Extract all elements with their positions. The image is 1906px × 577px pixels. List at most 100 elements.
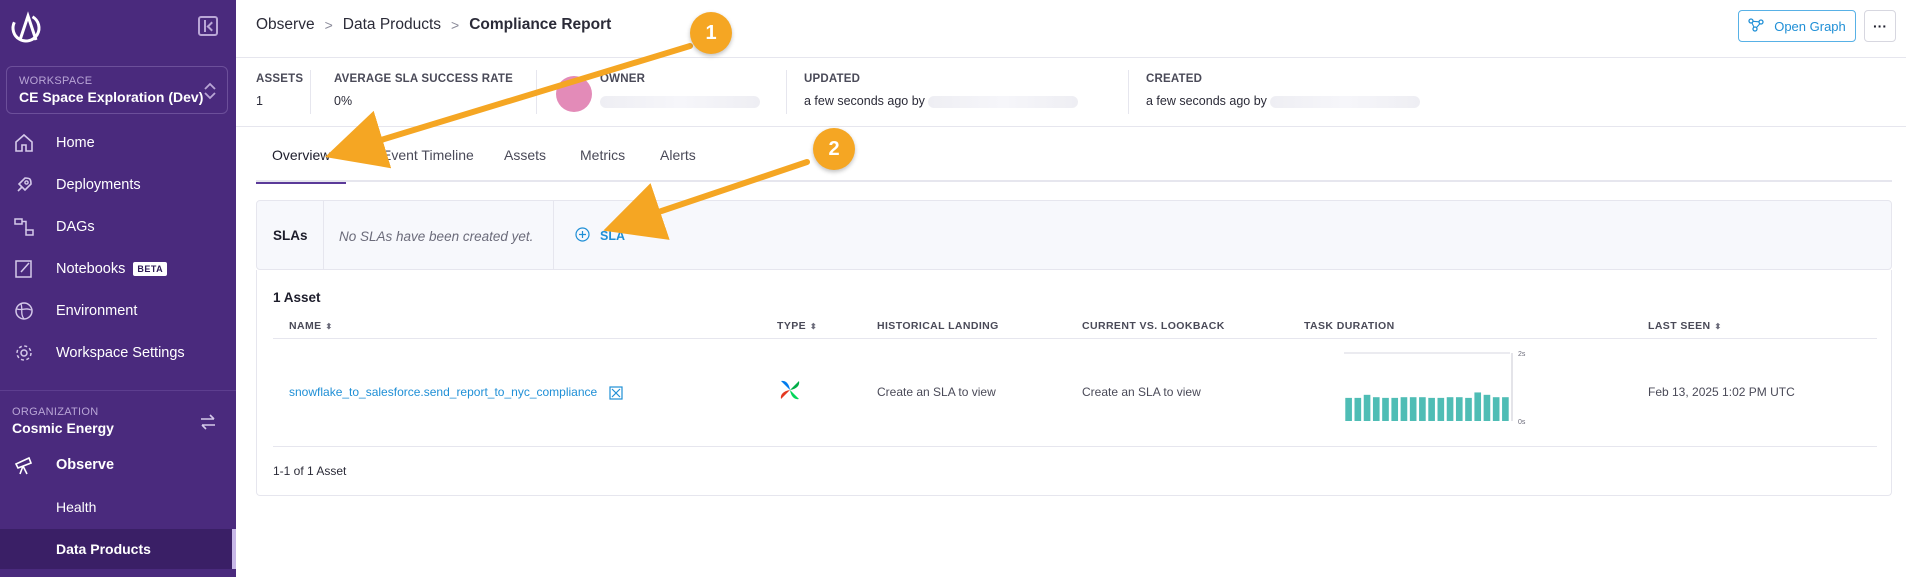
tab-alerts[interactable]: Alerts (660, 128, 696, 182)
created-value: a few seconds ago by (1146, 94, 1421, 108)
add-sla-label: SLA (600, 229, 625, 243)
workspace-selector[interactable]: WORKSPACE CE Space Exploration (Dev) (6, 66, 228, 114)
gear-icon (12, 341, 36, 365)
duration-bar[interactable] (1409, 397, 1417, 421)
nav-data-products-label: Data Products (56, 541, 151, 557)
meta-divider (1128, 70, 1129, 114)
annotation-badge-1: 1 (690, 12, 732, 54)
sla-empty-message: No SLAs have been created yet. (339, 229, 534, 244)
table-header-divider (273, 338, 1877, 339)
nav-dags-label: DAGs (56, 219, 95, 235)
column-header-last-seen[interactable]: LAST SEEN ⬍ (1648, 320, 1722, 332)
chevron-updown-icon (204, 82, 216, 100)
sla-rate-label: AVERAGE SLA SUCCESS RATE (334, 73, 514, 85)
nav-deployments[interactable]: Deployments (0, 165, 236, 205)
sort-icon: ⬍ (810, 322, 818, 331)
breadcrumb: Observe > Data Products > Compliance Rep… (256, 16, 611, 34)
nav-environment[interactable]: Environment (0, 291, 236, 331)
tab-event-timeline[interactable]: Event Timeline (382, 128, 474, 182)
task-duration-chart[interactable]: 2s 0s (1344, 349, 1544, 429)
owner-label: OWNER (600, 73, 646, 85)
duration-bar[interactable] (1345, 397, 1352, 421)
duration-bar[interactable] (1419, 397, 1426, 421)
workspace-caption: WORKSPACE (19, 75, 93, 87)
more-options-button[interactable]: ··· (1864, 10, 1896, 42)
nav-environment-label: Environment (56, 303, 138, 319)
assets-panel: 1 Asset NAME ⬍ TYPE ⬍ HISTORICAL LANDING C… (256, 270, 1892, 496)
lineage-icon[interactable] (608, 386, 623, 400)
rocket-icon (12, 173, 36, 197)
chevron-right-icon: > (324, 17, 333, 33)
historical-landing-cell: Create an SLA to view (877, 385, 996, 399)
sla-title: SLAs (273, 228, 308, 243)
nav-workspace-settings[interactable]: Workspace Settings (0, 333, 236, 373)
breadcrumb-data-products[interactable]: Data Products (343, 16, 441, 34)
breadcrumb-observe[interactable]: Observe (256, 16, 315, 34)
table-row[interactable]: snowflake_to_salesforce.send_report_to_n… (289, 385, 623, 400)
nav-home-label: Home (56, 135, 95, 151)
nav-observe[interactable]: Observe (0, 445, 236, 485)
sla-divider (323, 201, 324, 269)
page-title: Compliance Report (469, 16, 612, 33)
switch-org-icon[interactable] (198, 412, 218, 432)
telescope-icon (12, 453, 36, 477)
duration-bar[interactable] (1363, 394, 1371, 421)
owner-value (600, 94, 760, 108)
column-header-last-seen-label: LAST SEEN (1648, 320, 1711, 332)
nav-health[interactable]: Health (0, 487, 236, 527)
notebook-icon (12, 257, 36, 281)
duration-bar[interactable] (1372, 397, 1380, 421)
nav-home[interactable]: Home (0, 123, 236, 163)
updated-label: UPDATED (804, 73, 861, 85)
collapse-sidebar-icon[interactable] (198, 16, 218, 36)
nav-notebooks-label: Notebooks (56, 261, 126, 277)
tab-assets[interactable]: Assets (504, 128, 546, 182)
nav-dags[interactable]: DAGs (0, 207, 236, 247)
sla-rate-value: 0% (334, 94, 353, 108)
duration-bar[interactable] (1400, 397, 1408, 421)
home-icon (12, 131, 36, 155)
column-header-type-label: TYPE (777, 320, 807, 332)
table-row-divider (273, 446, 1877, 447)
sidebar: WORKSPACE CE Space Exploration (Dev) Hom… (0, 0, 236, 577)
beta-badge: BETA (133, 262, 168, 276)
duration-bar[interactable] (1354, 397, 1362, 421)
duration-bar[interactable] (1455, 397, 1463, 421)
globe-icon (12, 299, 36, 323)
duration-bar[interactable] (1483, 394, 1491, 421)
updated-value: a few seconds ago by (804, 94, 1079, 108)
duration-bar[interactable] (1446, 397, 1454, 421)
assets-label: ASSETS (256, 73, 304, 85)
astronomer-logo[interactable] (10, 10, 42, 46)
nav-health-label: Health (56, 499, 97, 515)
main-content: Observe > Data Products > Compliance Rep… (236, 0, 1906, 577)
chevron-right-icon: > (451, 17, 460, 33)
annotation-badge-2: 2 (813, 128, 855, 170)
tab-metrics[interactable]: Metrics (580, 128, 625, 182)
open-graph-button[interactable]: Open Graph (1738, 10, 1856, 42)
airflow-icon (780, 380, 800, 400)
y-tick-label: 2s (1518, 351, 1526, 358)
duration-bar[interactable] (1428, 397, 1435, 421)
tab-overview[interactable]: Overview (255, 128, 347, 184)
duration-bar[interactable] (1382, 397, 1389, 421)
nav-data-products[interactable]: Data Products (0, 529, 236, 569)
add-sla-button[interactable]: SLA (575, 227, 625, 245)
nav-notebooks[interactable]: Notebooks BETA (0, 249, 236, 289)
sort-icon: ⬍ (325, 322, 333, 331)
column-header-name[interactable]: NAME ⬍ (289, 320, 333, 332)
column-header-type[interactable]: TYPE ⬍ (777, 320, 817, 332)
org-name: Cosmic Energy (12, 420, 114, 436)
duration-bar[interactable] (1465, 397, 1472, 421)
duration-bar[interactable] (1437, 397, 1445, 421)
duration-bar[interactable] (1502, 397, 1509, 421)
asset-name-link[interactable]: snowflake_to_salesforce.send_report_to_n… (289, 385, 597, 399)
duration-bar[interactable] (1474, 392, 1482, 421)
assets-value: 1 (256, 94, 263, 108)
duration-bar[interactable] (1391, 397, 1399, 421)
column-header-historical-landing: HISTORICAL LANDING (877, 320, 999, 332)
tab-bar: Overview Event Timeline Assets Metrics A… (255, 128, 1892, 184)
nav-observe-label: Observe (56, 457, 115, 473)
duration-bar[interactable] (1492, 397, 1500, 421)
sla-divider (553, 201, 554, 269)
